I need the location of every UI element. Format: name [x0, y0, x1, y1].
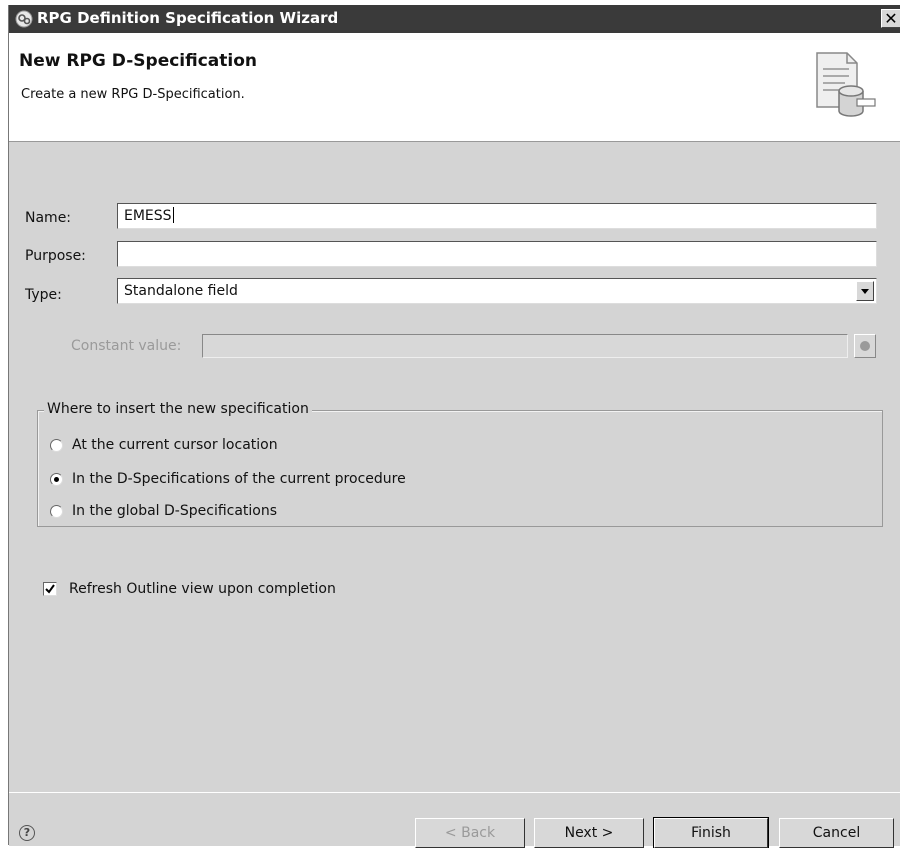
- help-icon[interactable]: ?: [19, 825, 35, 841]
- radio-button[interactable]: [50, 505, 63, 518]
- chevron-down-icon[interactable]: [856, 281, 874, 301]
- wizard-app-icon: [15, 10, 33, 28]
- title-bar: RPG Definition Specification Wizard ✕: [9, 5, 900, 33]
- checkmark-icon: [45, 584, 55, 594]
- insert-location-group: Where to insert the new specification At…: [37, 401, 883, 527]
- text-caret: [172, 207, 174, 223]
- back-button[interactable]: < Back: [415, 818, 525, 848]
- refresh-outline-checkbox[interactable]: [43, 582, 57, 596]
- type-label: Type:: [25, 287, 62, 303]
- radio-label: In the D-Specifications of the current p…: [72, 471, 406, 487]
- radio-label: In the global D-Specifications: [72, 503, 278, 519]
- cancel-button[interactable]: Cancel: [779, 818, 894, 848]
- type-dropdown[interactable]: Standalone field: [117, 278, 877, 304]
- page-description: Create a new RPG D-Specification.: [21, 87, 245, 102]
- name-field-value: EMESS: [124, 208, 172, 224]
- page-title: New RPG D-Specification: [19, 51, 258, 71]
- finish-button[interactable]: Finish: [653, 817, 769, 848]
- window-title: RPG Definition Specification Wizard: [37, 9, 339, 27]
- constant-value-button: [854, 334, 876, 358]
- dot-icon: [860, 341, 870, 351]
- document-database-icon: [816, 52, 876, 117]
- wizard-dialog: RPG Definition Specification Wizard ✕ Ne…: [8, 5, 900, 848]
- radio-button[interactable]: [50, 473, 63, 486]
- type-dropdown-value: Standalone field: [124, 283, 238, 299]
- insert-location-legend: Where to insert the new specification: [44, 401, 312, 417]
- name-field[interactable]: EMESS: [117, 203, 877, 229]
- purpose-field[interactable]: [117, 241, 877, 267]
- radio-selected-dot: [54, 477, 59, 482]
- purpose-label: Purpose:: [25, 248, 86, 264]
- refresh-outline-label: Refresh Outline view upon completion: [69, 581, 336, 597]
- radio-label: At the current cursor location: [72, 437, 278, 453]
- constant-value-field: [202, 334, 848, 358]
- name-label: Name:: [25, 210, 72, 226]
- wizard-banner: New RPG D-Specification Create a new RPG…: [9, 33, 900, 142]
- close-icon[interactable]: ✕: [881, 9, 900, 28]
- constant-value-label: Constant value:: [71, 338, 182, 354]
- radio-button[interactable]: [50, 439, 63, 452]
- button-bar: ? < Back Next > Finish Cancel: [9, 792, 900, 848]
- next-button[interactable]: Next >: [534, 818, 644, 848]
